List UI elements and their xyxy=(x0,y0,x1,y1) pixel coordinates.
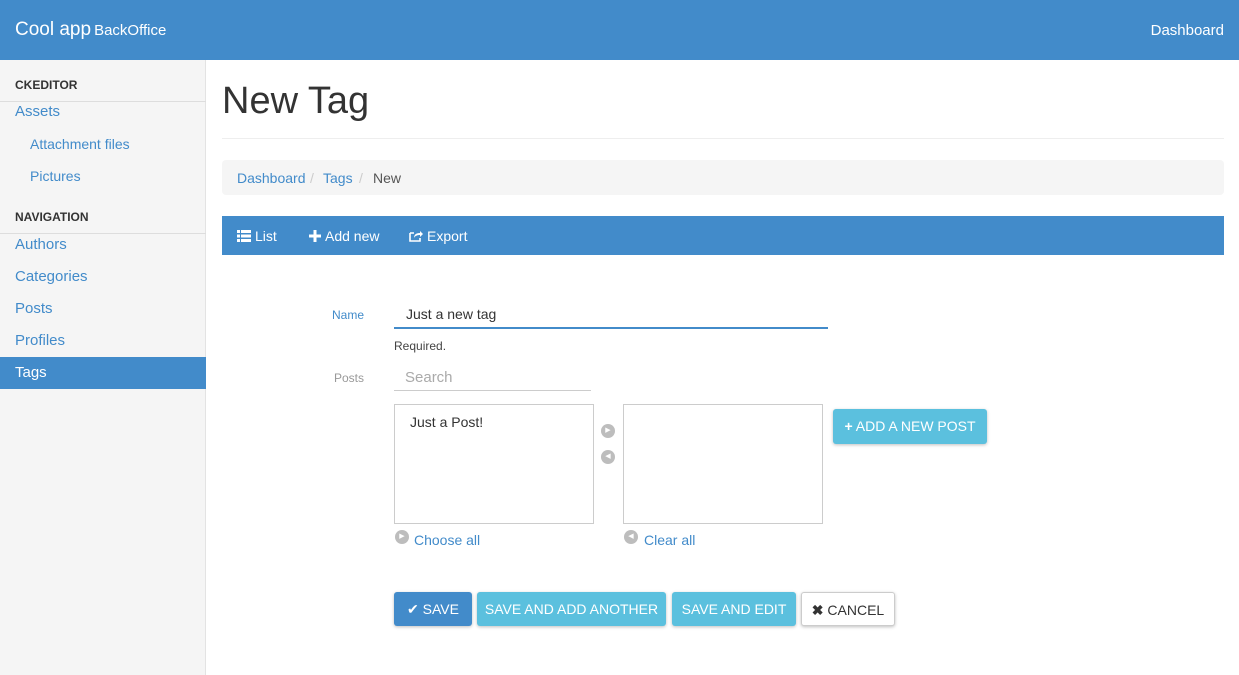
save-and-add-another-button[interactable]: SAVE AND ADD ANOTHER xyxy=(477,592,666,626)
plus-icon xyxy=(309,230,321,242)
add-new-button[interactable]: Add new xyxy=(309,228,379,244)
action-toolbar: List Add new Export xyxy=(222,216,1224,255)
breadcrumb-dashboard[interactable]: Dashboard xyxy=(237,170,306,186)
clear-all-link[interactable]: Clear all xyxy=(644,532,695,548)
list-button[interactable]: List xyxy=(237,228,277,244)
list-item[interactable]: Just a Post! xyxy=(410,414,483,430)
sidebar-item-tags[interactable]: Tags xyxy=(0,357,206,389)
brand-subtitle: BackOffice xyxy=(94,22,167,39)
breadcrumb: Dashboard / Tags / New xyxy=(222,160,1224,195)
add-new-label: Add new xyxy=(325,228,380,244)
sidebar-item-posts[interactable]: Posts xyxy=(0,293,206,325)
save-and-edit-button[interactable]: SAVE AND EDIT xyxy=(672,592,796,626)
breadcrumb-separator: / xyxy=(310,170,314,186)
close-icon: ✖ xyxy=(811,602,824,618)
name-help-text: Required. xyxy=(394,339,447,353)
dashboard-link[interactable]: Dashboard xyxy=(1151,22,1224,39)
save-button[interactable]: ✔ SAVE xyxy=(394,592,472,626)
export-button[interactable]: Export xyxy=(409,228,467,244)
available-posts-list[interactable]: Just a Post! xyxy=(394,404,594,524)
export-label: Export xyxy=(427,228,468,244)
breadcrumb-separator: / xyxy=(359,170,363,186)
add-new-post-button[interactable]: + ADD A NEW POST xyxy=(833,409,987,444)
add-new-post-label: ADD A NEW POST xyxy=(855,418,976,434)
sidebar: CKEDITOR Assets Attachment files Picture… xyxy=(0,60,206,675)
save-label: SAVE xyxy=(422,601,459,617)
plus-icon: + xyxy=(844,418,853,434)
cancel-button[interactable]: ✖ CANCEL xyxy=(801,592,895,626)
breadcrumb-tags[interactable]: Tags xyxy=(323,170,353,186)
name-label: Name xyxy=(331,308,364,322)
breadcrumb-current: New xyxy=(373,170,402,186)
selected-posts-list[interactable] xyxy=(623,404,823,524)
move-left-icon[interactable]: ◀ xyxy=(601,450,615,464)
sidebar-item-pictures[interactable]: Pictures xyxy=(0,160,206,192)
posts-search-input[interactable] xyxy=(394,364,591,391)
sidebar-item-assets[interactable]: Assets xyxy=(0,96,206,128)
title-divider xyxy=(222,138,1224,139)
sidebar-item-authors[interactable]: Authors xyxy=(0,229,206,261)
top-navbar: Cool app BackOffice Dashboard xyxy=(0,0,1239,60)
move-right-icon[interactable]: ▶ xyxy=(601,424,615,438)
cancel-label: CANCEL xyxy=(827,602,885,618)
brand[interactable]: Cool app BackOffice xyxy=(15,19,166,41)
sidebar-item-categories[interactable]: Categories xyxy=(0,261,206,293)
check-icon: ✔ xyxy=(407,601,419,617)
list-icon xyxy=(237,230,251,242)
clear-all-icon[interactable]: ◀ xyxy=(624,530,638,544)
page-title: New Tag xyxy=(222,80,370,122)
sidebar-item-attachment-files[interactable]: Attachment files xyxy=(0,128,206,160)
choose-all-link[interactable]: Choose all xyxy=(414,532,480,548)
posts-label: Posts xyxy=(333,371,364,385)
sidebar-item-profiles[interactable]: Profiles xyxy=(0,325,206,357)
share-icon xyxy=(409,231,423,242)
choose-all-icon[interactable]: ▶ xyxy=(395,530,409,544)
brand-name: Cool app xyxy=(15,19,92,40)
list-label: List xyxy=(255,228,277,244)
name-field[interactable] xyxy=(394,300,828,329)
